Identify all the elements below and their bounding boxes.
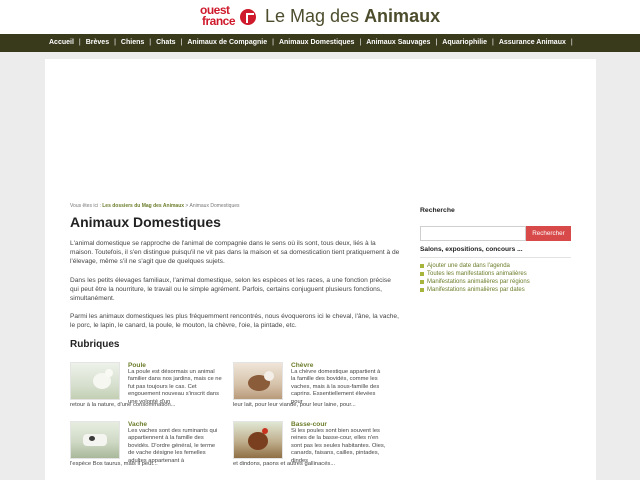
site-header: ouest france Le Mag des Animaux [0,0,640,34]
nav-item-assurance-animaux[interactable]: Assurance Animaux [494,34,571,52]
breadcrumb-prefix: Vous êtes ici : [70,203,103,209]
rubrique-text-poule: La poule est désormais un animal familie… [128,369,222,405]
events-link-by-date[interactable]: Manifestations animalières par dates [420,286,530,294]
rubrique-text-chevre-end: leur lait, pour leur viande, pour leur l… [233,402,356,408]
rubrique-text-vache-end: l'espèce Bos taurus, mais il peut... [70,461,158,467]
rubrique-text-vache: Les vaches sont des ruminants qui appart… [128,428,218,464]
rubrique-title-vache[interactable]: Vache [128,421,147,428]
ouest-france-logo[interactable]: ouest france [200,4,258,30]
nav-item-chiens[interactable]: Chiens [116,34,149,52]
site-title-bold: Animaux [364,6,441,26]
functions-paragraph: Dans les petits élevages familiaux, l'an… [70,277,391,302]
rubrique-card-chevre: Chèvre La chèvre domestique appartient à… [233,362,383,416]
rubrique-text-poule-end: retour à la nature, d'une consommation..… [70,402,176,408]
rubrique-title-chevre[interactable]: Chèvre [291,362,313,369]
nav-separator: | [570,39,573,46]
logo-f-icon [240,9,256,25]
rubrique-text-basse-cour-end: et dindons, paons et autres gallinacés..… [233,461,336,467]
search-title: Recherche [420,207,455,214]
events-link-all[interactable]: Toutes les manifestations animalières [420,270,530,278]
nav-item-accueil[interactable]: Accueil [44,34,79,52]
chevre-thumbnail[interactable] [233,362,283,400]
site-title[interactable]: Le Mag des Animaux [265,5,440,27]
events-link-list: Ajouter une date dans l'agenda Toutes le… [420,262,530,294]
rubrique-card-poule: Poule La poule est désormais un animal f… [70,362,222,416]
events-link-by-region[interactable]: Manifestations animalières par régions [420,278,530,286]
rubrique-text-chevre: La chèvre domestique appartient à la fam… [291,369,381,405]
main-navigation: Accueil | Brèves | Chiens | Chats | Anim… [0,34,640,52]
poule-thumbnail[interactable] [70,362,120,400]
intro-paragraph: L'animal domestique se rapproche de l'an… [70,240,400,265]
rubriques-title: Rubriques [70,339,120,350]
breadcrumb: Vous êtes ici : Les dossiers du Mag des … [70,203,240,209]
events-divider [420,257,571,258]
rubrique-title-basse-cour[interactable]: Basse-cour [291,421,327,428]
breadcrumb-current: Animaux Domestiques [189,203,240,209]
nav-item-animaux-sauvages[interactable]: Animaux Sauvages [361,34,435,52]
rubrique-title-poule[interactable]: Poule [128,362,146,369]
nav-item-animaux-compagnie[interactable]: Animaux de Compagnie [182,34,272,52]
events-link-add-date[interactable]: Ajouter une date dans l'agenda [420,262,530,270]
nav-item-chats[interactable]: Chats [151,34,180,52]
events-title: Salons, expositions, concours ... [420,246,523,253]
ad-banner-space [45,59,596,199]
rubrique-text-basse-cour: Si les poules sont bien souvent les rein… [291,428,386,464]
rubrique-card-basse-cour: Basse-cour Si les poules sont bien souve… [233,421,386,475]
nav-item-animaux-domestiques[interactable]: Animaux Domestiques [274,34,359,52]
species-paragraph: Parmi les animaux domestiques les plus f… [70,313,399,329]
breadcrumb-link-dossiers[interactable]: Les dossiers du Mag des Animaux [102,203,184,209]
nav-item-aquariophilie[interactable]: Aquariophilie [437,34,492,52]
search-button[interactable]: Rechercher [526,226,571,241]
content-panel: Vous êtes ici : Les dossiers du Mag des … [45,59,596,480]
vache-thumbnail[interactable] [70,421,120,459]
search-input[interactable] [420,226,526,241]
site-title-prefix: Le Mag des [265,6,365,26]
rubrique-card-vache: Vache Les vaches sont des ruminants qui … [70,421,220,475]
nav-item-breves[interactable]: Brèves [81,34,114,52]
nav-list: Accueil | Brèves | Chiens | Chats | Anim… [44,34,573,52]
logo-text-france: france [202,14,236,28]
page-title: Animaux Domestiques [70,214,221,230]
basse-cour-thumbnail[interactable] [233,421,283,459]
